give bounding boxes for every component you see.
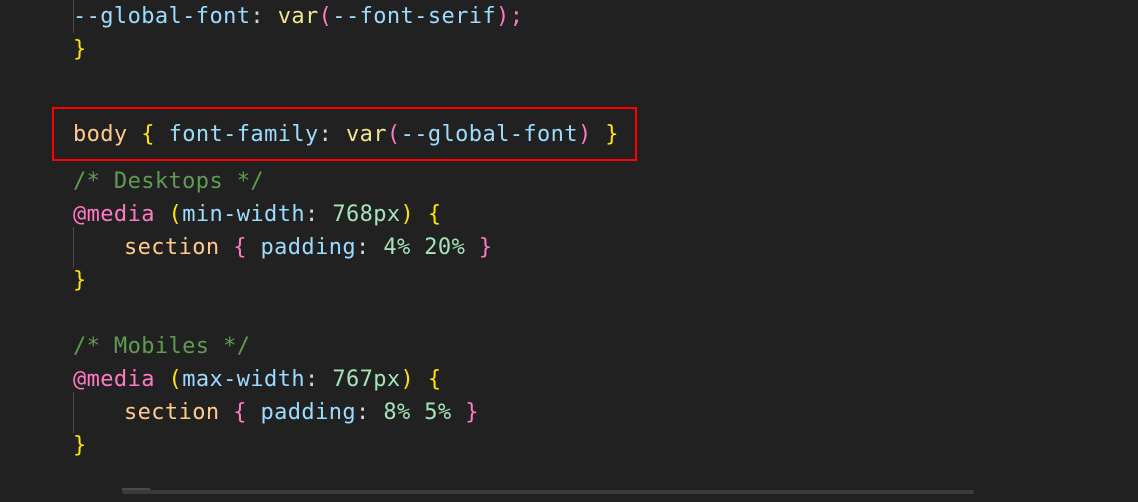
code-line-body-rule[interactable]: body { font-family: var(--global-font) }: [73, 118, 619, 151]
horizontal-scrollbar-nub[interactable]: [122, 488, 150, 490]
var-argument: --font-serif: [332, 4, 497, 29]
open-paren: (: [318, 4, 333, 29]
open-paren: (: [168, 202, 183, 227]
close-paren: ): [496, 4, 510, 29]
space-sep: [247, 235, 261, 260]
open-paren: (: [168, 367, 183, 392]
code-line-media-mobiles[interactable]: @media (max-width: 767px) {: [0, 363, 1138, 396]
css-selector: section: [124, 400, 220, 425]
code-line-section-mobiles[interactable]: section { padding: 8% 5% }: [0, 392, 1138, 433]
comment-text: /* Mobiles */: [73, 334, 251, 359]
media-feature: max-width: [182, 367, 305, 392]
code-content-area[interactable]: --global-font: var(--font-serif); } /* D…: [0, 0, 1138, 488]
closing-brace: }: [465, 400, 479, 425]
opening-brace: {: [233, 235, 247, 260]
space-sep: [128, 122, 142, 147]
code-line-comment-desktops[interactable]: /* Desktops */: [0, 165, 1138, 198]
space-sep: [155, 202, 169, 227]
closing-brace: }: [73, 433, 87, 458]
space-sep: [592, 122, 606, 147]
space-sep: [220, 235, 234, 260]
opening-brace: {: [141, 122, 155, 147]
colon-punct: :: [305, 367, 319, 392]
at-rule-keyword: @media: [73, 367, 155, 392]
close-paren: ): [400, 367, 415, 392]
space-sep: [414, 367, 428, 392]
space-sep: [319, 367, 333, 392]
space-sep: [220, 400, 234, 425]
space-sep: [465, 235, 479, 260]
comment-text: /* Desktops */: [73, 169, 265, 194]
space-sep: [319, 202, 333, 227]
media-feature-value: 767px: [332, 367, 401, 392]
media-feature: min-width: [182, 202, 305, 227]
close-paren: ): [577, 122, 592, 147]
css-custom-property: --global-font: [73, 4, 251, 29]
closing-brace: }: [73, 268, 87, 293]
horizontal-scrollbar-track[interactable]: [0, 488, 1138, 502]
opening-brace: {: [427, 367, 442, 392]
code-editor-screen: --global-font: var(--font-serif); } /* D…: [0, 0, 1138, 502]
space-sep: [370, 400, 384, 425]
code-line-close-root[interactable]: }: [0, 33, 1138, 66]
var-argument: --global-font: [400, 122, 578, 147]
closing-brace: }: [478, 235, 493, 260]
space-sep: [155, 367, 169, 392]
colon-punct: :: [356, 400, 370, 425]
media-feature-value: 768px: [332, 202, 401, 227]
space-sep: [370, 235, 384, 260]
code-line-section-desktops[interactable]: section { padding: 4% 20% }: [0, 227, 1138, 268]
css-selector: body: [73, 122, 128, 147]
colon-punct: :: [318, 122, 333, 147]
close-paren: ): [400, 202, 415, 227]
colon-punct: :: [305, 202, 319, 227]
css-property: padding: [260, 235, 357, 260]
closing-brace: }: [73, 37, 87, 62]
space-sep: [414, 202, 428, 227]
css-property: font-family: [168, 122, 319, 147]
css-value: 4% 20%: [383, 235, 466, 260]
horizontal-scrollbar-thumb[interactable]: [122, 490, 974, 494]
space-sep: [452, 400, 466, 425]
code-line-close-media-mobiles[interactable]: }: [0, 429, 1138, 462]
at-rule-keyword: @media: [73, 202, 155, 227]
var-function-name: var: [345, 122, 387, 147]
semicolon-punct: ;: [509, 4, 524, 29]
var-function-name: var: [277, 4, 319, 29]
code-line-global-font[interactable]: --global-font: var(--font-serif);: [0, 0, 1138, 33]
colon-punct: :: [356, 235, 370, 260]
closing-brace: }: [605, 122, 619, 147]
css-property: padding: [260, 400, 357, 425]
space-sep: [155, 122, 169, 147]
css-value: 8% 5%: [383, 400, 452, 425]
opening-brace: {: [233, 400, 247, 425]
opening-brace: {: [427, 202, 442, 227]
space-sep: [264, 4, 278, 29]
colon-punct: :: [250, 4, 265, 29]
code-line-media-desktops[interactable]: @media (min-width: 768px) {: [0, 198, 1138, 231]
space-sep: [332, 122, 346, 147]
space-sep: [247, 400, 261, 425]
css-selector: section: [124, 235, 220, 260]
code-line-close-media-desktops[interactable]: }: [0, 264, 1138, 297]
code-line-comment-mobiles[interactable]: /* Mobiles */: [0, 330, 1138, 363]
open-paren: (: [386, 122, 401, 147]
